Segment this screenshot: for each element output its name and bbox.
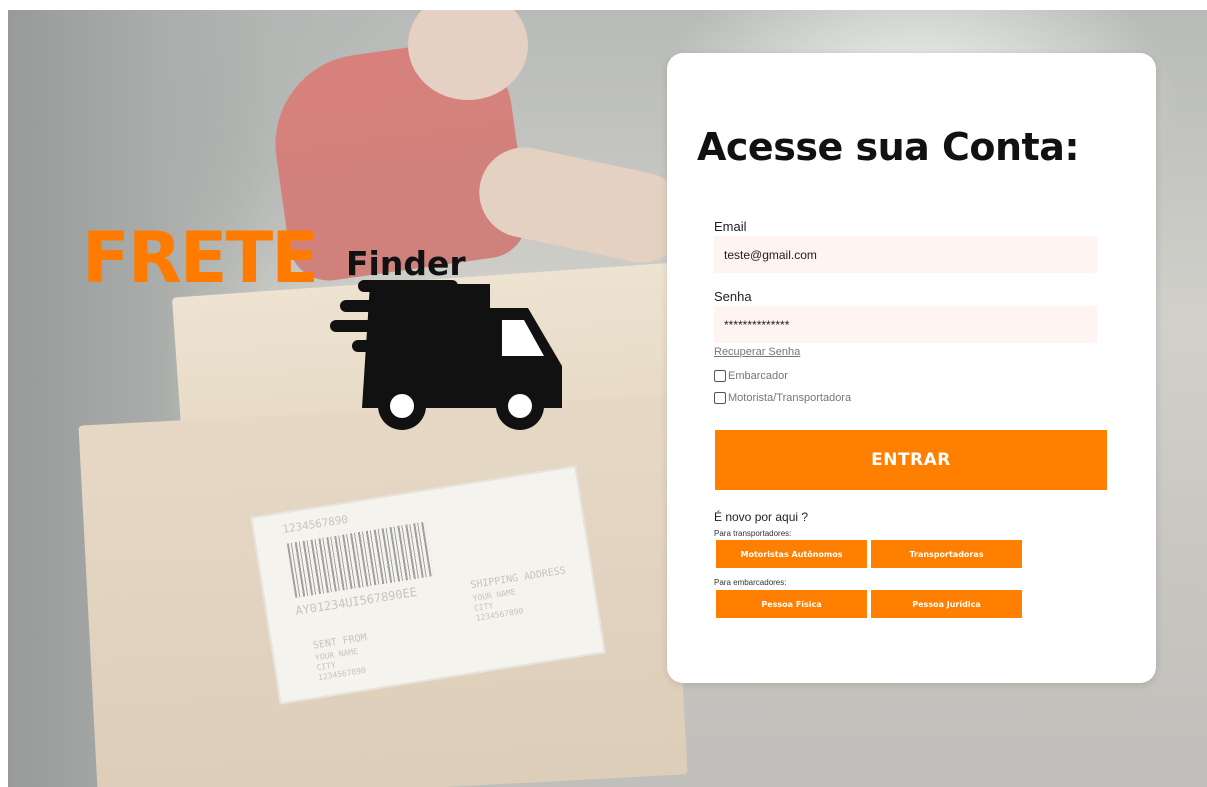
pessoa-fisica-button[interactable]: Pessoa Física (716, 590, 867, 618)
password-value: ************** (724, 317, 790, 332)
frete-finder-logo: FRETE Finder (82, 218, 562, 438)
email-value: teste@gmail.com (724, 247, 817, 262)
embarcador-label: Embarcador (728, 370, 788, 382)
password-field[interactable]: ************** (714, 306, 1097, 343)
logo-frete-text: FRETE (82, 217, 319, 299)
transportadoras-button[interactable]: Transportadoras (871, 540, 1022, 568)
email-field[interactable]: teste@gmail.com (714, 236, 1097, 273)
recover-password-link[interactable]: Recuperar Senha (714, 346, 800, 358)
login-card: Acesse sua Conta: Email teste@gmail.com … (667, 53, 1156, 683)
truck-icon (330, 280, 562, 430)
embarcador-checkbox[interactable] (714, 370, 726, 382)
motorista-checkbox[interactable] (714, 392, 726, 404)
enter-button[interactable]: ENTRAR (715, 430, 1107, 490)
signup-heading: É novo por aqui ? (714, 510, 809, 524)
motorista-label: Motorista/Transportadora (728, 392, 852, 404)
carriers-label: Para transportadores: (714, 529, 792, 538)
password-label: Senha (714, 289, 752, 304)
login-title: Acesse sua Conta: (697, 125, 1080, 169)
option-embarcador[interactable]: Embarcador (714, 370, 788, 382)
option-motorista[interactable]: Motorista/Transportadora (714, 392, 851, 404)
motoristas-autonomos-button[interactable]: Motoristas Autônomos (716, 540, 867, 568)
pessoa-juridica-button[interactable]: Pessoa Jurídica (871, 590, 1022, 618)
email-label: Email (714, 219, 747, 234)
shippers-label: Para embarcadores: (714, 578, 787, 587)
